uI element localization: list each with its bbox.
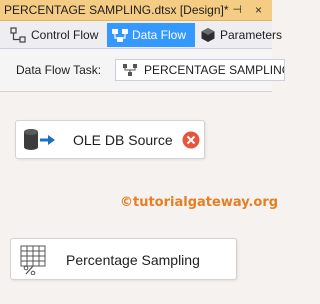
close-icon[interactable]: ×	[255, 0, 262, 20]
designer-tabs: Control Flow Data Flow Parameters	[0, 21, 282, 49]
design-canvas[interactable]: OLE DB Source ©tutorialgateway.org Perce…	[0, 92, 278, 304]
document-title: PERCENTAGE SAMPLING.dtsx [Design]*	[4, 3, 229, 17]
tab-data-flow[interactable]: Data Flow	[107, 23, 195, 47]
data-flow-toolbar: Data Flow Task: PERCENTAGE SAMPLING	[0, 49, 285, 92]
tab-parameters[interactable]: Parameters	[197, 23, 282, 47]
tab-label: Parameters	[220, 28, 283, 42]
component-name: Percentage Sampling	[66, 252, 200, 268]
tab-label: Data Flow	[132, 28, 187, 42]
error-icon[interactable]	[182, 131, 200, 149]
control-flow-icon	[10, 27, 26, 43]
pin-icon[interactable]: ⊣	[232, 0, 242, 20]
data-flow-task-value: PERCENTAGE SAMPLING	[144, 63, 285, 77]
title-bar: PERCENTAGE SAMPLING.dtsx [Design]* ⊣ ×	[0, 0, 272, 21]
parameters-icon	[201, 28, 215, 42]
data-flow-icon	[112, 29, 128, 42]
tab-control-flow[interactable]: Control Flow	[8, 23, 106, 47]
document-tab[interactable]: PERCENTAGE SAMPLING.dtsx [Design]* ⊣ ×	[0, 0, 272, 21]
tab-label: Control Flow	[31, 28, 99, 42]
watermark: ©tutorialgateway.org	[120, 195, 279, 210]
ole-db-source-component[interactable]: OLE DB Source	[15, 120, 205, 159]
component-name: OLE DB Source	[73, 132, 173, 148]
percentage-sampling-component[interactable]: Percentage Sampling	[10, 238, 237, 280]
data-flow-task-select[interactable]: PERCENTAGE SAMPLING	[115, 59, 285, 81]
ole-db-source-icon	[24, 129, 55, 150]
percentage-sampling-icon	[20, 245, 46, 275]
data-flow-task-label: Data Flow Task:	[16, 63, 102, 77]
data-flow-task-icon	[123, 64, 137, 76]
